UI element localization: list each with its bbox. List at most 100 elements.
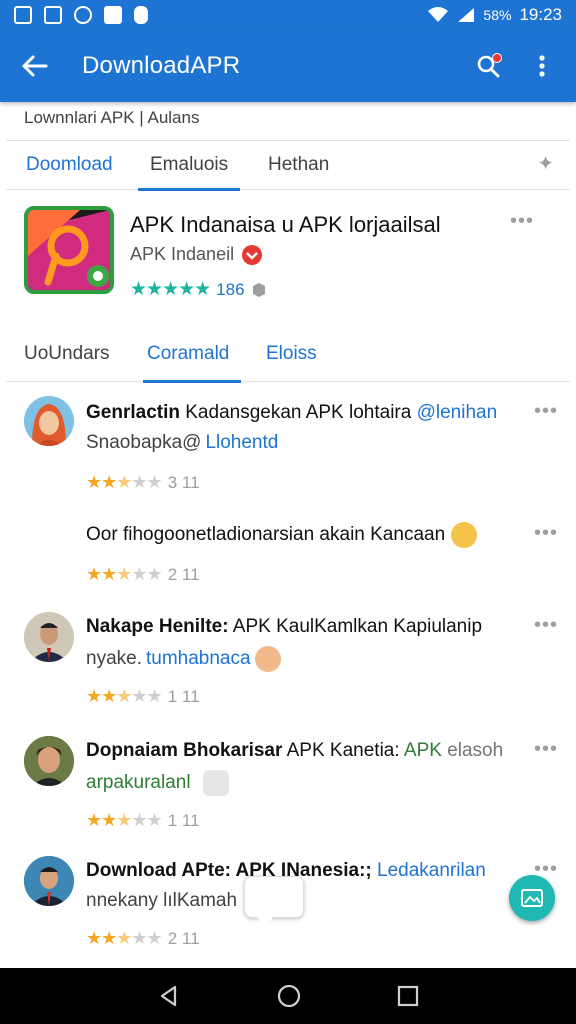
avatar[interactable]: [24, 856, 74, 906]
image-icon: [521, 889, 543, 907]
review-text: APK KaulKamlkan Kapiulanip: [228, 616, 483, 637]
review-subtext-label: arpakuralanl: [86, 772, 191, 793]
rating-stars: ★★★★★: [86, 472, 163, 492]
tab-hethan[interactable]: Hethan: [268, 140, 329, 190]
review-count: 3 11: [167, 472, 200, 492]
review-subtext-label: nyake.: [86, 648, 142, 669]
wifi-icon: [428, 7, 449, 22]
review-more-button[interactable]: •••: [534, 738, 558, 761]
notification-icons: [14, 6, 148, 24]
tab-label: Eloiss: [266, 342, 317, 364]
review-link[interactable]: @lenihan: [417, 402, 498, 423]
tab-label: Doomload: [26, 154, 113, 175]
signal-icon: [458, 8, 475, 22]
notification-icon: [104, 6, 122, 24]
tab-coramald[interactable]: Coramald: [143, 326, 242, 383]
review-count: 1 11: [167, 686, 200, 706]
reviewer-name: Nakape Henilte:: [86, 616, 229, 637]
tab-indicator: [138, 188, 241, 191]
review-count: 1 11: [167, 810, 200, 830]
tab-label: UoUndars: [24, 342, 110, 364]
pin-icon[interactable]: ✦: [537, 151, 554, 176]
info-icon: [252, 282, 265, 297]
tab-bar-second: UoUndars Coramald Eloiss: [6, 326, 570, 383]
review-rating: ★★★★★ 2 11: [86, 928, 200, 949]
review-link[interactable]: Ledakanrilan: [377, 860, 486, 881]
app-rating: ★★★★★ 186: [130, 278, 267, 301]
review-rating: ★★★★★ 3 11: [86, 472, 200, 493]
app-developer-row: APK Indaneil: [130, 244, 263, 265]
app-title: DownloadAPR: [82, 52, 241, 79]
tab-uoundars[interactable]: UoUndars: [24, 326, 110, 382]
notification-icon: [74, 6, 92, 24]
notification-badge: [492, 53, 502, 63]
review-app-tag: APK: [403, 740, 442, 761]
app-more-button[interactable]: •••: [510, 210, 534, 233]
tab-label: Emaluois: [150, 154, 229, 175]
image-fab-button[interactable]: [509, 875, 555, 921]
review-sub-link[interactable]: Llohentd: [205, 432, 278, 454]
system-nav-bar: [0, 968, 576, 1024]
review-text: APK Kanetia:: [282, 740, 404, 761]
review-more-button[interactable]: •••: [534, 522, 558, 545]
reviewer-name: Download APte: APK INanesia:;: [86, 860, 372, 881]
review-rating: ★★★★★ 2 11: [86, 564, 200, 585]
nav-home-icon[interactable]: [276, 983, 302, 1009]
review-count: 2 11: [167, 564, 200, 584]
breadcrumb: Lownnlari APK | Aulans: [24, 108, 200, 127]
developer-name[interactable]: APK Indaneil: [130, 244, 234, 265]
review-more-button[interactable]: •••: [534, 400, 558, 423]
status-bar: 58% 19:23: [0, 0, 576, 30]
review-title: Genrlactin Kadansgekan APK lohtaira @len…: [86, 402, 497, 424]
back-arrow-icon: [22, 55, 48, 77]
review-text: Kadansgekan APK lohtaira: [179, 402, 417, 423]
reviewer-name: Genrlactin: [86, 402, 180, 423]
review-sub-link[interactable]: tumhabnaca: [146, 648, 251, 670]
back-button[interactable]: [0, 30, 70, 102]
review-subtext: arpakuralanl: [86, 770, 229, 796]
overflow-menu-button[interactable]: [524, 48, 560, 84]
verified-icon: [242, 244, 263, 265]
more-vert-icon: [539, 55, 545, 77]
tab-emaluois[interactable]: Emaluois: [138, 140, 241, 191]
rating-count: 186: [216, 279, 245, 299]
comment-bubble-icon[interactable]: [244, 876, 304, 929]
nav-recents-icon[interactable]: [397, 985, 419, 1007]
notification-icon: [14, 6, 32, 24]
avatar-image: [24, 736, 74, 786]
tab-eloiss[interactable]: Eloiss: [266, 326, 317, 382]
battery-text: 58%: [483, 7, 512, 23]
avatar-image: [24, 612, 74, 662]
notification-icon: [44, 6, 62, 24]
smiley-emoji-icon: [451, 522, 478, 548]
clock: 19:23: [519, 5, 562, 24]
search-button[interactable]: [470, 48, 506, 84]
rating-stars: ★★★★★: [86, 686, 163, 706]
review-subtext: nyake. tumhabnaca: [86, 646, 281, 672]
review-count: 2 11: [167, 928, 200, 948]
review-subtext-label: nnekany lılKamah: [86, 890, 238, 911]
avatar-image: [32, 404, 66, 446]
app-logo-graphic: [28, 210, 110, 290]
tab-label: Coramald: [147, 342, 230, 364]
tab-bar-top: Doomload Emaluois Hethan ✦: [6, 140, 570, 191]
tab-download[interactable]: Doomload: [26, 140, 113, 190]
review-subtext-label: Snaobapka@: [86, 432, 202, 453]
review-text-tail: elasoh: [441, 740, 504, 761]
avatar[interactable]: [24, 736, 74, 786]
avatar[interactable]: [24, 612, 74, 662]
rating-stars: ★★★★★: [86, 928, 163, 948]
review-title: Nakape Henilte: APK KaulKamlkan Kapiulan…: [86, 616, 482, 638]
nav-back-icon[interactable]: [157, 984, 181, 1008]
app-header: APK Indanaisa u APK lorjaailsal APK Inda…: [24, 206, 554, 301]
review-text: Oor fihogoonetladionarsian akain Kancaan: [86, 524, 446, 545]
rating-stars: ★★★★★: [86, 564, 163, 584]
review-title: Oor fihogoonetladionarsian akain Kancaan: [86, 522, 478, 548]
app-logo[interactable]: [24, 206, 114, 294]
app-name: APK Indanaisa u APK lorjaailsal: [130, 212, 441, 237]
sticker-icon: [202, 770, 229, 796]
avatar[interactable]: [24, 396, 74, 446]
review-more-button[interactable]: •••: [534, 614, 558, 637]
notification-icon: [134, 6, 148, 24]
review-rating: ★★★★★ 1 11: [86, 810, 200, 831]
